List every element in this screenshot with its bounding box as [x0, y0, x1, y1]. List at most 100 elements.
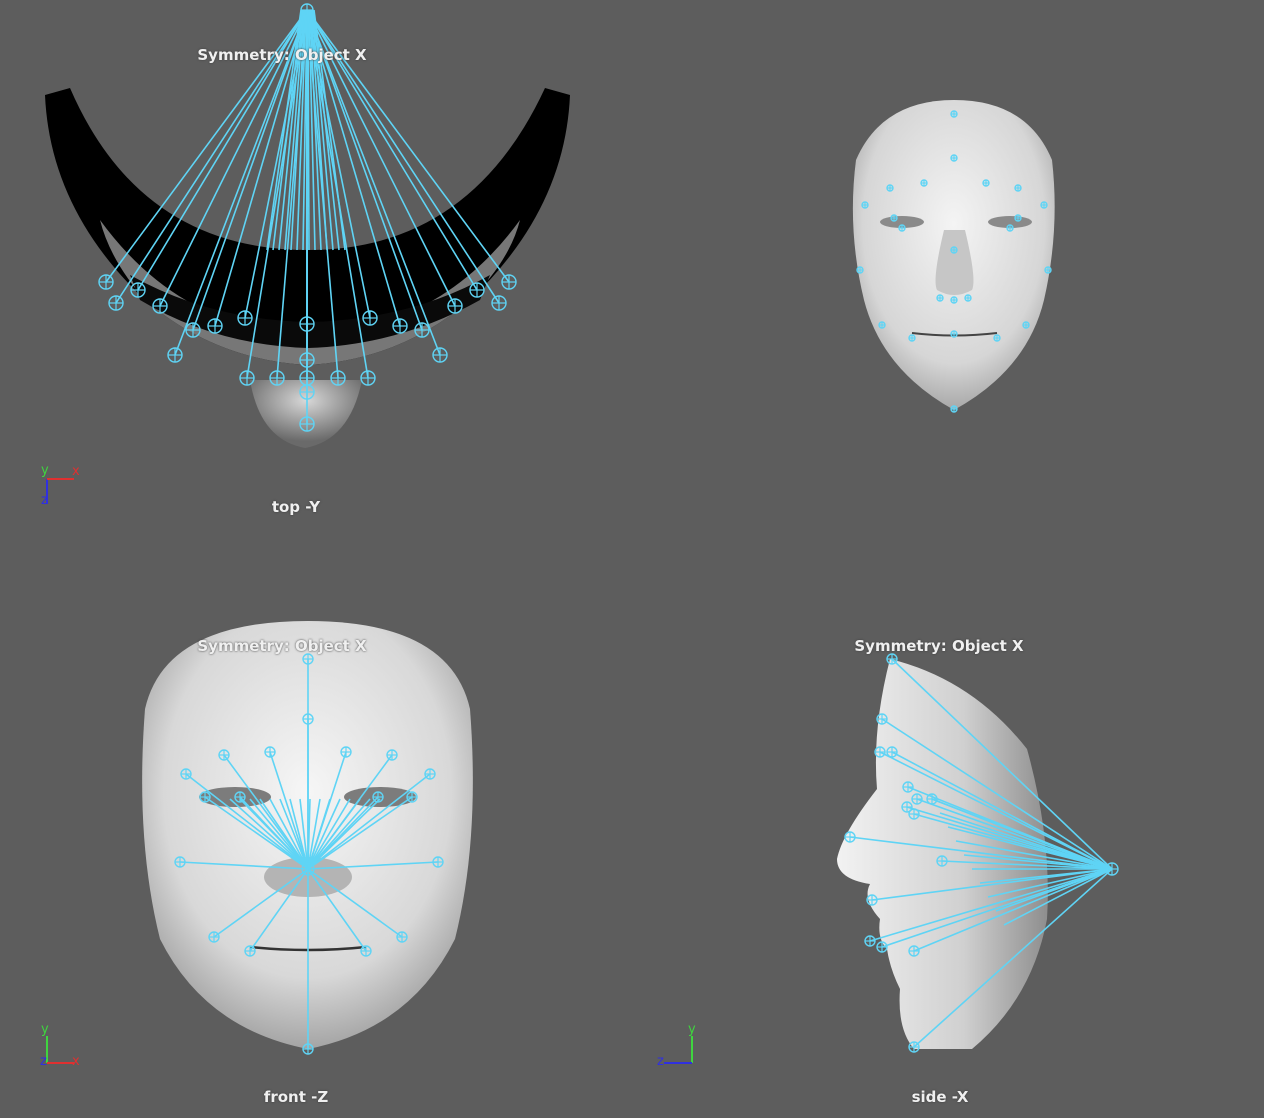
joint-handle[interactable]	[866, 894, 878, 906]
joint-handle[interactable]	[396, 931, 408, 943]
joint-handle[interactable]	[180, 768, 192, 780]
joint-handle[interactable]	[886, 746, 898, 758]
joint-handle[interactable]	[330, 370, 346, 386]
joint-handle[interactable]	[269, 370, 285, 386]
joint-handle[interactable]	[856, 266, 864, 274]
joint-handle[interactable]	[108, 295, 124, 311]
joint-handle[interactable]	[864, 935, 876, 947]
joint-handle[interactable]	[920, 179, 928, 187]
joint-handle[interactable]	[908, 808, 920, 820]
joint-handle[interactable]	[1044, 266, 1052, 274]
axis-gizmo-top: y x z	[41, 463, 80, 508]
viewport-label-front: front -Z	[263, 1088, 329, 1106]
joint-handle[interactable]	[950, 296, 958, 304]
joint-handle[interactable]	[936, 294, 944, 302]
joint-handle[interactable]	[244, 945, 256, 957]
joint-handle[interactable]	[501, 274, 517, 290]
joint-handle[interactable]	[876, 941, 888, 953]
joint-handle[interactable]	[878, 321, 886, 329]
viewport-label-side: side -X	[911, 1088, 969, 1106]
joint-handle[interactable]	[302, 1043, 314, 1055]
joint-handle[interactable]	[1014, 184, 1022, 192]
joint-handle[interactable]	[890, 214, 898, 222]
joint-handle[interactable]	[360, 945, 372, 957]
joint-handle[interactable]	[98, 274, 114, 290]
joint-handle[interactable]	[264, 746, 276, 758]
joint-handle[interactable]	[218, 749, 230, 761]
joint-handle[interactable]	[432, 856, 444, 868]
joint-handle[interactable]	[199, 791, 211, 803]
joint-handle[interactable]	[908, 334, 916, 342]
viewport-top[interactable]: Symmetry: Object X top -Y y x z	[0, 0, 632, 559]
joint-handle[interactable]	[340, 746, 352, 758]
joint-handle[interactable]	[185, 322, 201, 338]
joint-handle[interactable]	[936, 855, 948, 867]
joint-handle[interactable]	[234, 791, 246, 803]
axis-top-z: z	[41, 493, 48, 508]
joint-handle[interactable]	[1014, 214, 1022, 222]
joint-handle[interactable]	[424, 768, 436, 780]
joint-handle[interactable]	[302, 653, 314, 665]
axis-gizmo-front: y z x	[40, 1022, 80, 1069]
joint-handle[interactable]	[876, 713, 888, 725]
joint-handle[interactable]	[301, 862, 315, 876]
joint-handle[interactable]	[844, 831, 856, 843]
joint-handle[interactable]	[908, 945, 920, 957]
joint-handle[interactable]	[237, 310, 253, 326]
joint-handle[interactable]	[982, 179, 990, 187]
joint-handle[interactable]	[1006, 224, 1014, 232]
axis-top-x: x	[72, 464, 80, 479]
joint-handle[interactable]	[950, 110, 958, 118]
joint-handle[interactable]	[299, 316, 315, 332]
joint-handle[interactable]	[300, 3, 314, 17]
joint-handle[interactable]	[360, 370, 376, 386]
viewport-side[interactable]: Symmetry: Object X side -X y z	[632, 559, 1264, 1118]
joint-handle[interactable]	[372, 791, 384, 803]
joint-handle[interactable]	[152, 298, 168, 314]
joint-handle[interactable]	[299, 416, 315, 432]
joint-handle[interactable]	[950, 330, 958, 338]
symmetry-label-side: Symmetry: Object X	[854, 637, 1024, 655]
joint-handle[interactable]	[926, 793, 938, 805]
joint-handle[interactable]	[950, 154, 958, 162]
joint-handle[interactable]	[874, 746, 886, 758]
persp-view-scene[interactable]	[632, 0, 1264, 559]
joint-handle[interactable]	[964, 294, 972, 302]
axis-side-y: y	[688, 1022, 696, 1037]
joint-handle[interactable]	[208, 931, 220, 943]
joint-handle[interactable]	[1022, 321, 1030, 329]
joint-handle[interactable]	[447, 298, 463, 314]
joint-handle[interactable]	[392, 318, 408, 334]
joint-handle[interactable]	[861, 201, 869, 209]
joint-handle[interactable]	[491, 295, 507, 311]
joint-handle[interactable]	[886, 184, 894, 192]
joint-handle[interactable]	[167, 347, 183, 363]
joint-handle[interactable]	[386, 749, 398, 761]
viewport-persp[interactable]	[632, 0, 1264, 559]
joint-handle[interactable]	[911, 793, 923, 805]
joint-handle[interactable]	[207, 318, 223, 334]
joint-handle[interactable]	[299, 352, 315, 368]
joint-handle[interactable]	[239, 370, 255, 386]
viewport-front[interactable]: Symmetry: Object X front -Z y z x	[0, 559, 632, 1118]
joint-handle[interactable]	[1105, 862, 1119, 876]
joint-handle[interactable]	[886, 653, 898, 665]
joint-handle[interactable]	[406, 791, 418, 803]
joint-handle[interactable]	[174, 856, 186, 868]
joint-handle[interactable]	[908, 1041, 920, 1053]
joint-handle[interactable]	[302, 713, 314, 725]
joint-handle[interactable]	[130, 282, 146, 298]
joint-handle[interactable]	[414, 322, 430, 338]
joint-handle[interactable]	[993, 334, 1001, 342]
joint-handle[interactable]	[469, 282, 485, 298]
joint-handle[interactable]	[1040, 201, 1048, 209]
joint-handle[interactable]	[950, 405, 958, 413]
joint-handle[interactable]	[299, 384, 315, 400]
joint-handle[interactable]	[432, 347, 448, 363]
joint-handle[interactable]	[902, 781, 914, 793]
joint-handle[interactable]	[950, 246, 958, 254]
joint-handle[interactable]	[299, 370, 315, 386]
joint-handle[interactable]	[898, 224, 906, 232]
top-view-scene[interactable]	[0, 0, 632, 559]
joint-handle[interactable]	[362, 310, 378, 326]
